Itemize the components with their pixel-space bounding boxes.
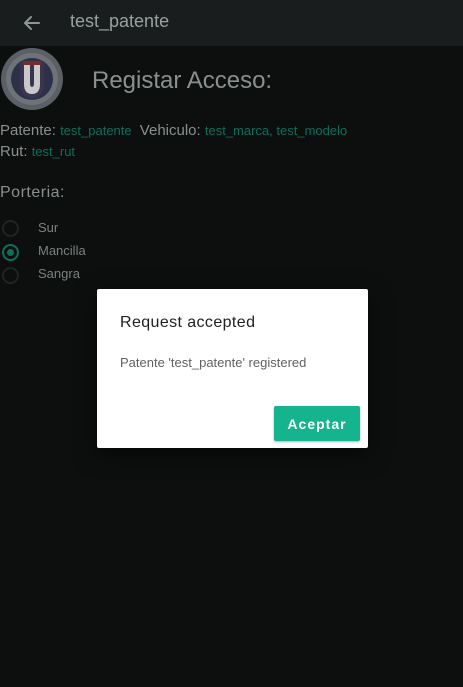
- vehiculo-value: test_marca, test_modelo: [204, 123, 348, 138]
- page-title: Registar Acceso:: [92, 67, 273, 94]
- radio-button-icon[interactable]: [2, 267, 19, 284]
- radio-label-sur: Sur: [38, 220, 59, 235]
- patente-vehiculo-row: Patente: test_patente Vehiculo: test_mar…: [0, 122, 347, 139]
- rut-value: test_rut: [31, 144, 76, 159]
- dialog-message: Patente 'test_patente' registered: [120, 355, 307, 370]
- rut-row: Rut: test_rut: [0, 143, 75, 160]
- dialog-title: Request accepted: [120, 314, 256, 331]
- university-logo: [0, 47, 64, 111]
- radio-label-sangra: Sangra: [38, 266, 80, 281]
- vehiculo-label: Vehiculo:: [139, 122, 201, 139]
- porteria-label: Porteria:: [0, 184, 65, 201]
- alert-dialog: Request accepted Patente 'test_patente' …: [97, 289, 368, 448]
- radio-label-mancilla: Mancilla: [38, 243, 86, 258]
- patente-label: Patente:: [0, 122, 56, 139]
- aceptar-button[interactable]: Aceptar: [274, 406, 360, 441]
- arrow-left-icon[interactable]: [21, 12, 43, 34]
- patente-value: test_patente: [60, 123, 132, 138]
- radio-button-selected-icon[interactable]: [2, 244, 19, 261]
- app-bar: test_patente: [0, 0, 463, 46]
- app-bar-title: test_patente: [70, 11, 170, 31]
- rut-label: Rut:: [0, 143, 28, 160]
- radio-button-icon[interactable]: [2, 220, 19, 237]
